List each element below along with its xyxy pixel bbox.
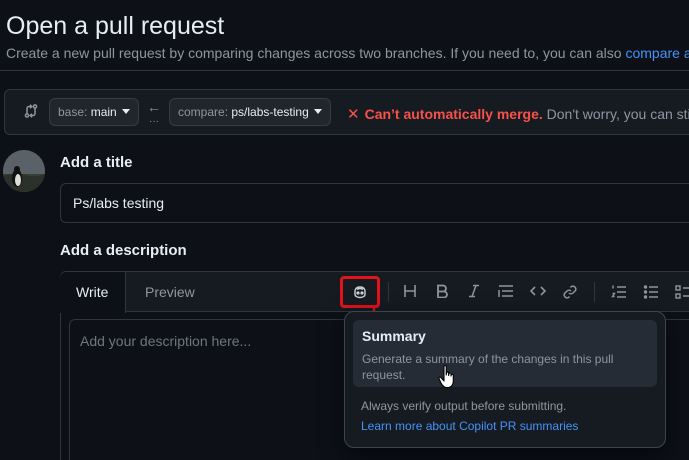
code-icon[interactable] (528, 282, 548, 302)
pull-request-page: Open a pull request Create a new pull re… (0, 0, 689, 460)
toolbar-divider (594, 282, 595, 302)
unordered-list-icon[interactable] (641, 282, 661, 302)
merge-status-text: Can’t automatically merge. (364, 106, 543, 122)
editor-toolbar: Write Preview (60, 272, 689, 313)
compare-label: compare: (178, 105, 229, 119)
description-heading: Add a description (60, 242, 187, 259)
git-compare-icon (23, 103, 39, 119)
x-icon: ✕ (347, 106, 360, 123)
branch-compare-bar: base: main ← ··· compare: ps/labs-testin… (4, 89, 689, 135)
quote-icon[interactable] (496, 282, 516, 302)
subtitle-text: Create a new pull request by comparing c… (6, 45, 622, 61)
ellipsis-icon: ··· (149, 116, 159, 127)
italic-icon[interactable] (464, 282, 484, 302)
header-divider (0, 70, 689, 71)
link-icon[interactable] (560, 282, 580, 302)
hand-cursor-icon (438, 365, 454, 389)
toolbar-divider (388, 282, 389, 302)
description-placeholder: Add your description here... (80, 333, 252, 349)
caret-down-icon (313, 109, 322, 114)
page-subtitle: Create a new pull request by comparing c… (6, 45, 689, 61)
tab-write[interactable]: Write (60, 272, 126, 313)
ordered-list-icon[interactable] (609, 282, 629, 302)
task-list-icon[interactable] (673, 282, 689, 302)
merge-status: ✕ Can’t automatically merge. Don't worry,… (347, 105, 689, 123)
title-input[interactable]: Ps/labs testing (60, 183, 689, 223)
summary-description: Generate a summary of the changes in thi… (362, 352, 614, 382)
compare-branch-value: ps/labs-testing (231, 105, 309, 119)
base-branch-select[interactable]: base: main (49, 98, 139, 126)
merge-info-text: Don't worry, you can stil (546, 106, 689, 122)
summary-menu-item[interactable]: Summary Generate a summary of the change… (353, 320, 657, 387)
base-branch-value: main (90, 105, 117, 119)
avatar[interactable] (3, 150, 45, 192)
verify-note: Always verify output before submitting. (361, 399, 567, 413)
caret-down-icon (121, 109, 130, 114)
bold-icon[interactable] (432, 282, 452, 302)
page-title: Open a pull request (6, 12, 225, 40)
base-label: base: (58, 105, 88, 119)
copilot-popover: Summary Generate a summary of the change… (344, 311, 666, 448)
title-heading: Add a title (60, 154, 133, 171)
arrow-left-icon: ← (147, 99, 161, 115)
compare-branch-select[interactable]: compare: ps/labs-testing (169, 98, 331, 126)
compare-across-forks-link[interactable]: compare acr (625, 45, 689, 61)
copilot-learn-more-link[interactable]: Learn more about Copilot PR summaries (361, 419, 578, 433)
heading-icon[interactable] (400, 282, 420, 302)
tab-preview[interactable]: Preview (129, 272, 211, 312)
copilot-icon[interactable] (350, 282, 370, 302)
summary-title: Summary (362, 328, 426, 344)
